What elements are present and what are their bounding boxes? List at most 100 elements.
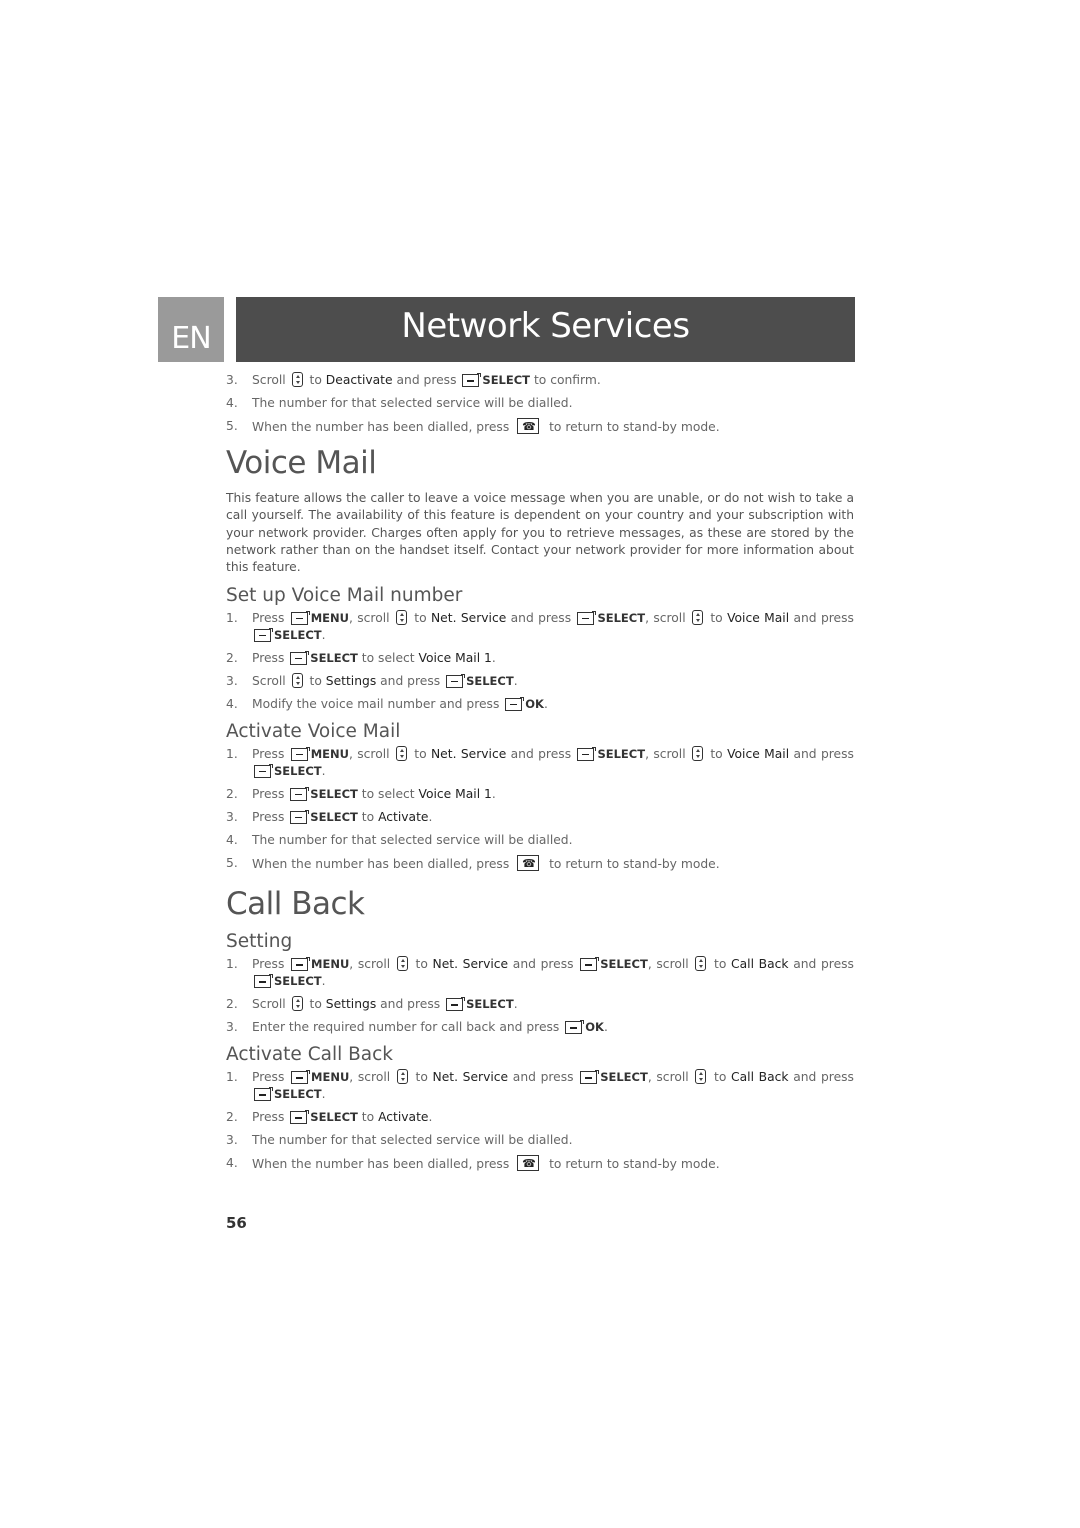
step-text: and press — [508, 957, 579, 972]
step-item: 4. When the number has been dialled, pres… — [226, 1155, 854, 1173]
scroll-key-icon — [692, 745, 703, 761]
step-text: The number for that selected service wil… — [252, 832, 573, 847]
step-number: 4. — [226, 696, 238, 711]
softkey-label: SELECT — [310, 1110, 358, 1125]
step-text: Press — [252, 1070, 290, 1085]
soft-key-icon — [290, 809, 310, 824]
step-text: to return to stand-by mode. — [545, 420, 720, 434]
menu-option-name: Net. Service — [430, 746, 507, 761]
step-item: 3. Enter the required number for call bac… — [226, 1019, 854, 1036]
step-text: to — [706, 746, 728, 761]
step-text: and press — [789, 746, 854, 761]
soft-key-icon — [291, 957, 311, 972]
scroll-key-icon — [291, 672, 303, 688]
menu-option-name: Voice Mail 1 — [418, 786, 492, 801]
soft-key-icon — [290, 610, 310, 625]
step-item: 3. Scroll to Settings and press SELECT. — [226, 672, 854, 690]
voice-mail-heading: Voice Mail — [226, 445, 377, 481]
step-text: . — [321, 974, 326, 989]
soft-key-icon — [580, 1070, 600, 1085]
voice-mail-description: This feature allows the caller to leave … — [226, 491, 854, 575]
menu-option-name: Net. Service — [432, 957, 509, 972]
step-text: , scroll — [349, 1070, 395, 1085]
soft-key-icon — [291, 1070, 311, 1085]
step-text: Press — [252, 1110, 289, 1125]
activate-call-back-steps: 1. Press MENU, scroll to Net. Service and… — [226, 1069, 854, 1173]
step-text: Press — [252, 957, 290, 972]
step-item: 4. The number for that selected service w… — [226, 832, 854, 849]
step-text: and press — [376, 673, 445, 688]
step-text: . — [321, 627, 326, 642]
step-text: . — [321, 763, 326, 778]
step-item: 5. When the number has been dialled, pres… — [226, 418, 854, 436]
softkey-label: SELECT — [274, 1087, 322, 1102]
step-text: and press — [506, 610, 576, 625]
step-text: The number for that selected service wil… — [252, 396, 573, 410]
softkey-label: MENU — [311, 1070, 350, 1085]
step-number: 1. — [226, 1070, 238, 1085]
step-number: 2. — [226, 997, 238, 1012]
step-number: 3. — [226, 809, 238, 824]
step-item: 2. Press SELECT to Activate. — [226, 1109, 854, 1126]
step-text: . — [491, 786, 496, 801]
step-number: 5. — [226, 419, 238, 433]
step-text: and press — [392, 373, 461, 387]
step-text: The number for that selected service wil… — [252, 1133, 573, 1148]
softkey-label: MENU — [310, 610, 349, 625]
step-text: and press — [376, 997, 445, 1012]
step-text: , scroll — [645, 746, 690, 761]
menu-option-name: Net. Service — [432, 1070, 509, 1085]
menu-option-name: Activate — [378, 1110, 429, 1125]
softkey-label: SELECT — [466, 673, 514, 688]
language-badge: EN — [158, 297, 224, 362]
step-text: and press — [788, 1070, 854, 1085]
menu-option-name: Call Back — [731, 1070, 789, 1085]
menu-option-name: Call Back — [731, 957, 789, 972]
soft-key-icon — [254, 1087, 273, 1102]
step-item: 2. Press SELECT to select Voice Mail 1. — [226, 650, 854, 667]
step-item: 4. The number for that selected service w… — [226, 395, 854, 412]
step-text: , scroll — [348, 610, 394, 625]
step-text: and press — [789, 610, 854, 625]
scroll-key-icon — [395, 745, 407, 761]
soft-key-icon — [462, 373, 482, 387]
step-text: to return to stand-by mode. — [545, 856, 720, 871]
soft-key-icon — [254, 974, 273, 989]
softkey-label: SELECT — [482, 373, 531, 387]
menu-option-name: Voice Mail — [727, 746, 790, 761]
step-text: and press — [508, 1070, 579, 1085]
step-item: 1. Press MENU, scroll to Net. Service and… — [226, 745, 854, 780]
step-text: to — [305, 673, 326, 688]
step-item: 3. The number for that selected service w… — [226, 1132, 854, 1149]
page-number: 56 — [226, 1214, 247, 1232]
step-text: to confirm. — [530, 373, 601, 387]
step-number: 1. — [226, 957, 238, 972]
soft-key-icon — [290, 746, 310, 761]
menu-option-name: Settings — [325, 997, 377, 1012]
soft-key-icon — [254, 627, 273, 642]
softkey-label: SELECT — [310, 809, 358, 824]
step-number: 4. — [226, 396, 238, 410]
soft-key-icon — [446, 673, 466, 688]
step-number: 2. — [226, 786, 238, 801]
call-back-setting-heading: Setting — [226, 931, 293, 953]
intro-steps: 3. Scroll to Deactivate and press SELECT … — [226, 372, 854, 436]
step-text: Press — [252, 746, 289, 761]
step-text: Press — [252, 610, 289, 625]
step-number: 4. — [226, 1156, 238, 1171]
step-number: 3. — [226, 373, 238, 387]
step-text: to — [409, 610, 431, 625]
step-text: to select — [357, 786, 419, 801]
step-text: . — [603, 1020, 608, 1035]
step-text: to — [709, 957, 732, 972]
softkey-label: SELECT — [310, 786, 358, 801]
step-item: 1. Press MENU, scroll to Net. Service and… — [226, 609, 854, 644]
step-item: 3. Press SELECT to Activate. — [226, 809, 854, 826]
step-text: , scroll — [647, 957, 694, 972]
step-number: 4. — [226, 832, 238, 847]
soft-key-icon — [565, 1020, 585, 1035]
scroll-key-icon — [291, 996, 303, 1012]
soft-key-icon — [446, 997, 466, 1012]
soft-key-icon — [577, 746, 597, 761]
step-text: to return to stand-by mode. — [545, 1157, 720, 1172]
